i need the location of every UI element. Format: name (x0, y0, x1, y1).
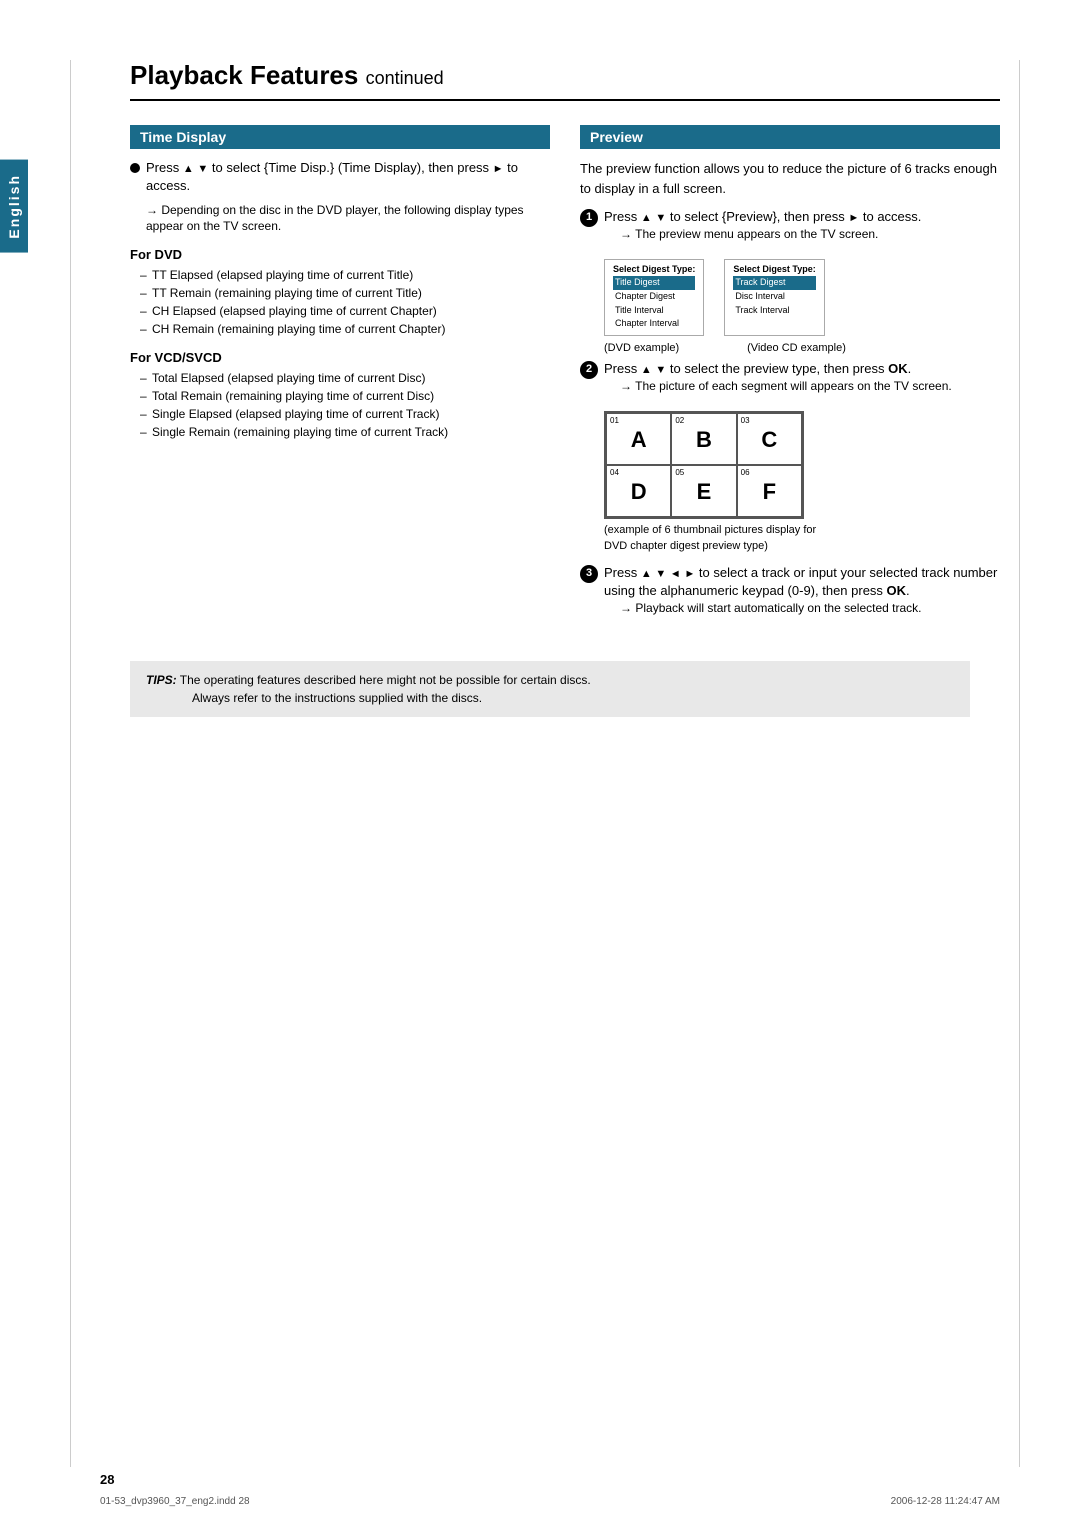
preview-section: Preview The preview function allows you … (580, 125, 1000, 631)
preview-intro: The preview function allows you to reduc… (580, 159, 1000, 198)
thumb-cell-d: 04D (606, 465, 671, 517)
footer-left: 01-53_dvp3960_37_eng2.indd 28 (100, 1496, 250, 1507)
list-item: CH Elapsed (elapsed playing time of curr… (140, 302, 550, 320)
page-number: 28 (100, 1472, 114, 1487)
preview-step1: 1 Press ▲ ▼ to select {Preview}, then pr… (580, 208, 1000, 249)
preview-step3: 3 Press ▲ ▼ ◄ ► to select a track or inp… (580, 564, 1000, 623)
for-vcd-label: For VCD/SVCD (130, 350, 550, 365)
thumb-caption: (example of 6 thumbnail pictures display… (604, 523, 1000, 554)
step1-arrow: The preview menu appears on the TV scree… (620, 226, 1000, 243)
dvd-table: Select Digest Type: Title Digest Chapter… (604, 259, 704, 336)
thumb-cell-a: 01A (606, 413, 671, 465)
preview-tables: Select Digest Type: Title Digest Chapter… (604, 259, 1000, 336)
step-number-2: 2 (580, 361, 598, 379)
preview-table-captions: (DVD example) (Video CD example) (604, 342, 1000, 354)
time-display-section: Time Display Press ▲ ▼ to select {Time D… (130, 125, 550, 631)
list-item: TT Remain (remaining playing time of cur… (140, 284, 550, 302)
vline-left (70, 60, 71, 1467)
vcd-list: Total Elapsed (elapsed playing time of c… (140, 369, 550, 441)
list-item: CH Remain (remaining playing time of cur… (140, 320, 550, 338)
thumb-cell-e: 05E (671, 465, 736, 517)
page: English Playback Features continued Time… (0, 0, 1080, 1527)
time-display-arrow1: Depending on the disc in the DVD player,… (146, 202, 550, 236)
thumb-cell-c: 03C (737, 413, 802, 465)
english-tab: English (0, 160, 28, 253)
step-number-1: 1 (580, 209, 598, 227)
thumb-cell-b: 02B (671, 413, 736, 465)
list-item: Total Elapsed (elapsed playing time of c… (140, 369, 550, 387)
thumbnail-grid: 01A 02B 03C 04D 05E 06F (604, 411, 804, 519)
vcd-table: Select Digest Type: Track Digest Disc In… (724, 259, 824, 336)
footer-right: 2006-12-28 11:24:47 AM (891, 1496, 1000, 1507)
bullet-icon (130, 163, 140, 173)
preview-header: Preview (580, 125, 1000, 149)
step3-arrow: Playback will start automatically on the… (620, 600, 1000, 617)
list-item: Total Remain (remaining playing time of … (140, 387, 550, 405)
list-item: Single Remain (remaining playing time of… (140, 423, 550, 441)
dvd-list: TT Elapsed (elapsed playing time of curr… (140, 266, 550, 338)
preview-step2: 2 Press ▲ ▼ to select the preview type, … (580, 360, 1000, 401)
main-columns: Time Display Press ▲ ▼ to select {Time D… (130, 125, 1000, 631)
for-dvd-label: For DVD (130, 247, 550, 262)
list-item: Single Elapsed (elapsed playing time of … (140, 405, 550, 423)
list-item: TT Elapsed (elapsed playing time of curr… (140, 266, 550, 284)
step-number-3: 3 (580, 565, 598, 583)
thumb-cell-f: 06F (737, 465, 802, 517)
tips-box: TIPS: The operating features described h… (130, 661, 970, 717)
page-title: Playback Features continued (130, 60, 1000, 101)
time-display-header: Time Display (130, 125, 550, 149)
footer-info: 01-53_dvp3960_37_eng2.indd 28 2006-12-28… (100, 1496, 1000, 1507)
step2-arrow: The picture of each segment will appears… (620, 378, 1000, 395)
vline-right (1019, 60, 1020, 1467)
time-display-step1: Press ▲ ▼ to select {Time Disp.} (Time D… (130, 159, 550, 196)
